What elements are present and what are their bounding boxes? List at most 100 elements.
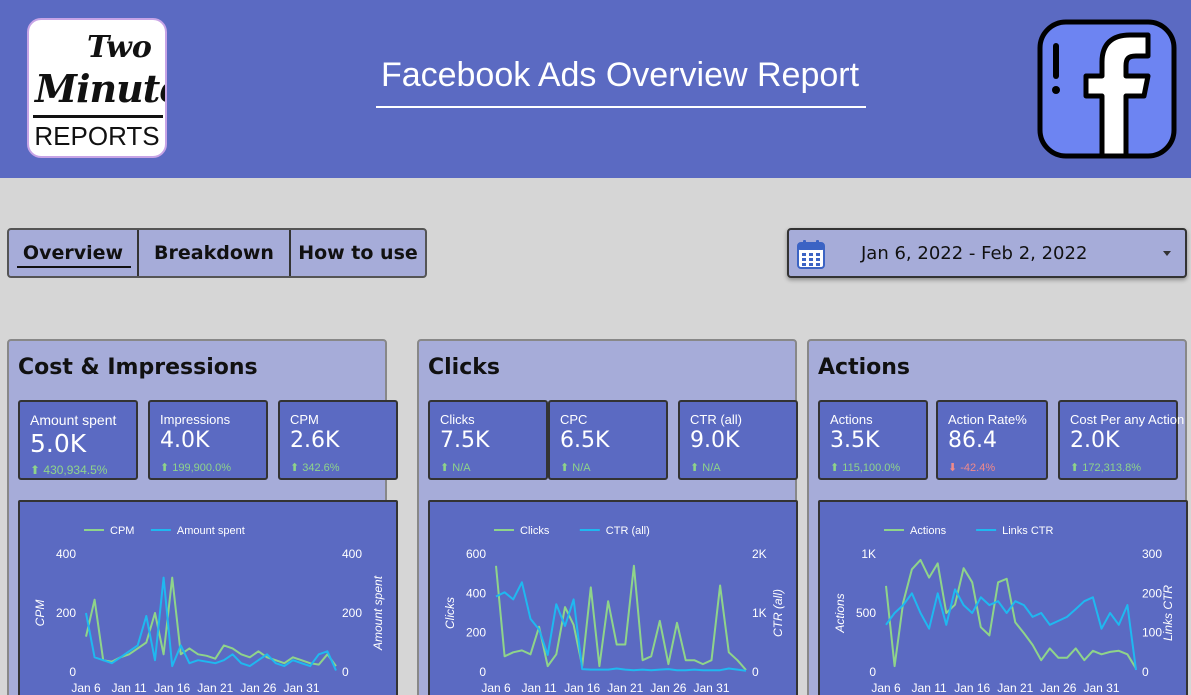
y-tick-label: 200 — [56, 606, 76, 620]
kpi-delta: ⬆ 172,313.8% — [1070, 462, 1141, 474]
y2-tick-label: 200 — [1142, 586, 1162, 600]
kpi-value: 2.0K — [1070, 428, 1120, 453]
legend-label: Links CTR — [1002, 525, 1053, 537]
calendar-icon — [797, 240, 825, 269]
y-tick-label: 600 — [466, 547, 486, 561]
kpi-clicks: Clicks 7.5K ⬆ N/A — [428, 400, 548, 480]
cost-impressions-panel: Cost & Impressions Amount spent 5.0K ⬆ 4… — [7, 339, 398, 695]
report-header: Two Minute REPORTS Facebook Ads Overview… — [0, 0, 1191, 178]
kpi-delta: ⬇ -42.4% — [948, 462, 996, 474]
y-tick-label: 400 — [466, 586, 486, 600]
x-tick-label: Jan 6 — [871, 681, 901, 695]
x-tick-label: Jan 11 — [522, 681, 557, 695]
y2-tick-label: 400 — [342, 547, 362, 561]
y-tick-label: 500 — [856, 606, 876, 620]
kpi-delta: ⬆ 342.6% — [290, 462, 340, 474]
y-axis-title: Clicks — [443, 597, 457, 629]
y2-axis-title: Links CTR — [1161, 585, 1175, 641]
kpi-value: 86.4 — [948, 428, 997, 453]
y-tick-label: 400 — [56, 547, 76, 561]
cost-impressions-chart-svg: CPM Amount spent 400 200 0 400 200 0 CPM Amount s… — [33, 525, 385, 695]
panel-title: Actions — [818, 355, 910, 380]
kpi-value: 7.5K — [440, 428, 490, 453]
facebook-icon — [1037, 19, 1177, 159]
title-underline — [376, 106, 866, 108]
actions-chart-svg: Actions Links CTR 1K 500 0 300 200 100 0 Actions L… — [833, 525, 1175, 695]
actions-chart: Actions Links CTR 1K 500 0 300 200 100 0 Actions L… — [818, 500, 1188, 695]
kpi-value: 3.5K — [830, 428, 880, 453]
y2-tick-label: 0 — [1142, 665, 1149, 679]
kpi-label: Action Rate% — [948, 412, 1027, 427]
panel-title: Cost & Impressions — [18, 355, 258, 380]
y2-axis-title: Amount spent — [371, 575, 385, 651]
series-line-ctr-all- — [495, 581, 747, 672]
logo-divider — [33, 115, 163, 118]
kpi-value: 4.0K — [160, 428, 210, 453]
kpi-label: CTR (all) — [690, 412, 742, 427]
kpi-delta: ⬆ 199,900.0% — [160, 462, 231, 474]
y2-tick-label: 100 — [1142, 626, 1162, 640]
kpi-label: Impressions — [160, 412, 231, 427]
x-tick-label: Jan 11 — [912, 681, 947, 695]
kpi-label: CPC — [560, 412, 588, 427]
kpi-amount-spent: Amount spent 5.0K ⬆ 430,934.5% — [18, 400, 138, 480]
series-line-cpm — [85, 576, 337, 667]
y-tick-label: 1K — [861, 547, 876, 561]
page-title: Facebook Ads Overview Report — [380, 56, 860, 94]
legend-label: Clicks — [520, 525, 550, 537]
x-tick-label: Jan 26 — [1040, 681, 1076, 695]
clicks-chart-svg: Clicks CTR (all) 600 400 200 0 2K 1K 0 Clicks CTR … — [443, 525, 785, 695]
legend-label: Actions — [910, 525, 947, 537]
y-tick-label: 0 — [869, 665, 876, 679]
kpi-label: Cost Per any Action — [1070, 412, 1185, 427]
tab-how-to-use[interactable]: How to use — [289, 230, 425, 276]
kpi-value: 2.6K — [290, 428, 340, 453]
two-minute-reports-logo: Two Minute REPORTS — [27, 18, 167, 158]
legend-label: CTR (all) — [606, 525, 650, 537]
legend-label: Amount spent — [177, 525, 245, 537]
kpi-delta: ⬆ N/A — [440, 462, 471, 474]
tab-overview[interactable]: Overview — [9, 230, 137, 276]
kpi-ctr-all: CTR (all) 9.0K ⬆ N/A — [678, 400, 798, 480]
kpi-label: CPM — [290, 412, 319, 427]
date-range-value: Jan 6, 2022 - Feb 2, 2022 — [861, 243, 1088, 264]
kpi-cpc: CPC 6.5K ⬆ N/A — [548, 400, 668, 480]
kpi-label: Actions — [830, 412, 873, 427]
cost-impressions-chart: CPM Amount spent 400 200 0 400 200 0 CPM Amount s… — [18, 500, 398, 695]
x-tick-label: Jan 31 — [694, 681, 730, 695]
kpi-cpm: CPM 2.6K ⬆ 342.6% — [278, 400, 398, 480]
kpi-delta: ⬆ 430,934.5% — [30, 463, 108, 477]
date-range-picker[interactable]: Jan 6, 2022 - Feb 2, 2022 — [787, 228, 1187, 278]
y-tick-label: 200 — [466, 626, 486, 640]
actions-panel: Actions Actions 3.5K ⬆ 115,100.0% Action… — [807, 339, 1188, 695]
y-tick-label: 0 — [69, 665, 76, 679]
y2-tick-label: 2K — [752, 547, 767, 561]
kpi-impressions: Impressions 4.0K ⬆ 199,900.0% — [148, 400, 268, 480]
kpi-delta: ⬆ N/A — [690, 462, 721, 474]
x-tick-label: Jan 11 — [112, 681, 147, 695]
legend-label: CPM — [110, 525, 134, 537]
chevron-down-icon — [1163, 251, 1171, 256]
x-tick-label: Jan 16 — [154, 681, 190, 695]
y2-tick-label: 300 — [1142, 547, 1162, 561]
panel-title: Clicks — [428, 355, 500, 380]
logo-text-reports: REPORTS — [34, 121, 160, 151]
x-tick-label: Jan 31 — [1084, 681, 1120, 695]
logo-text-two: Two — [87, 30, 152, 65]
series-line-clicks — [495, 564, 747, 671]
y-axis-title: CPM — [33, 600, 47, 627]
y2-axis-title: CTR (all) — [771, 589, 785, 637]
tab-breakdown[interactable]: Breakdown — [137, 230, 289, 276]
x-tick-label: Jan 16 — [954, 681, 990, 695]
clicks-panel: Clicks Clicks 7.5K ⬆ N/A CPC 6.5K ⬆ N/A … — [417, 339, 798, 695]
x-tick-label: Jan 21 — [197, 681, 233, 695]
x-tick-label: Jan 6 — [481, 681, 511, 695]
y2-tick-label: 0 — [342, 665, 349, 679]
y-axis-title: Actions — [833, 593, 847, 633]
x-tick-label: Jan 26 — [650, 681, 686, 695]
page-tabs: Overview Breakdown How to use — [7, 228, 427, 278]
kpi-value: 9.0K — [690, 428, 740, 453]
y2-tick-label: 1K — [752, 606, 767, 620]
x-tick-label: Jan 21 — [997, 681, 1033, 695]
x-tick-label: Jan 31 — [284, 681, 320, 695]
